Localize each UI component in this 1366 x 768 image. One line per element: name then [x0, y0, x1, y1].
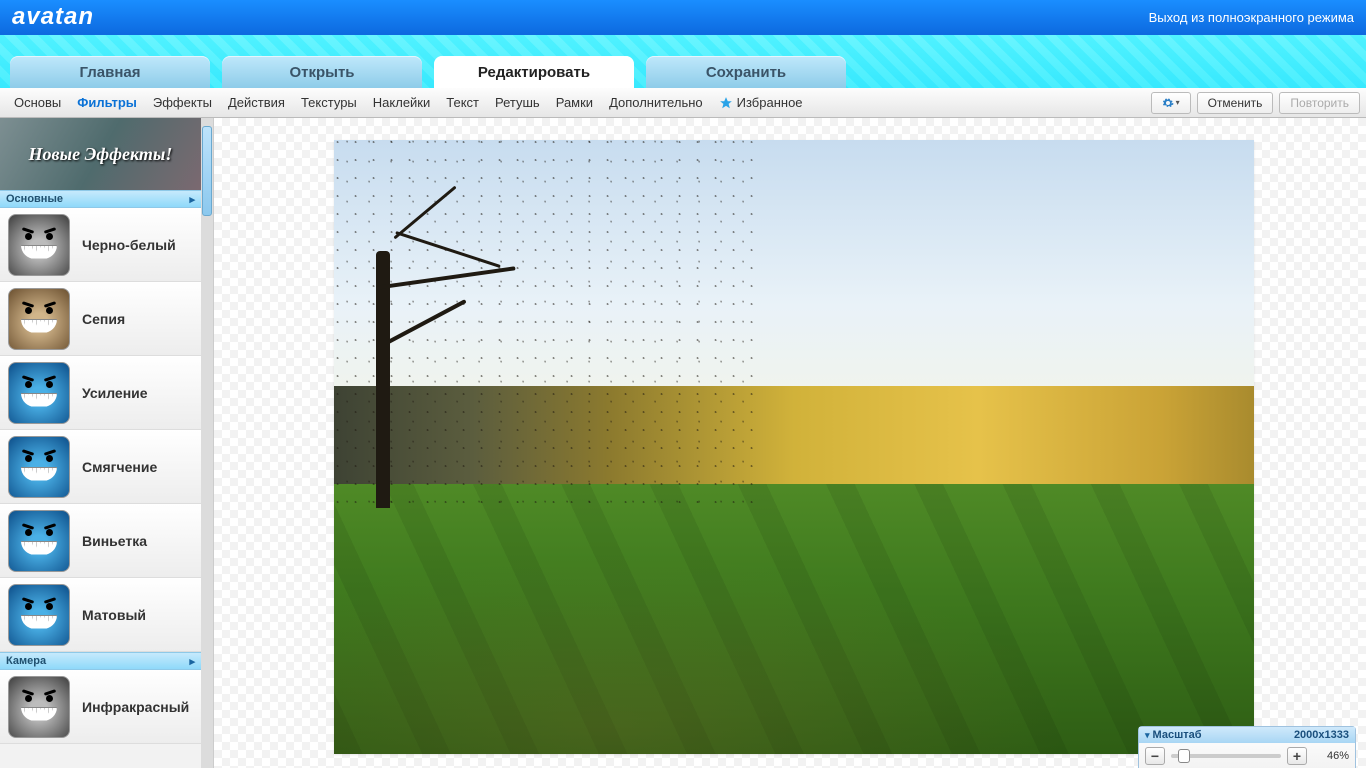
redo-button[interactable]: Повторить [1279, 92, 1360, 114]
gear-icon [1162, 97, 1174, 109]
category-label: Камера [6, 655, 46, 667]
category-header-main[interactable]: Основные ▸ [0, 190, 201, 208]
tool-frames[interactable]: Рамки [548, 88, 601, 118]
topbar: avatan Выход из полноэкранного режима [0, 0, 1366, 34]
favorites-button[interactable]: Избранное [711, 95, 811, 110]
zoom-out-button[interactable]: − [1145, 747, 1165, 765]
filter-thumb-icon [8, 584, 70, 646]
toolbar-left: Основы Фильтры Эффекты Действия Текстуры… [6, 88, 811, 118]
filter-item-boost[interactable]: Усиление [0, 356, 201, 430]
tool-basics[interactable]: Основы [6, 88, 69, 118]
sidebar-scrollbar[interactable] [201, 118, 213, 768]
zoom-in-button[interactable]: + [1287, 747, 1307, 765]
brand-logo: avatan [12, 3, 94, 31]
tool-textures[interactable]: Текстуры [293, 88, 365, 118]
category-header-camera[interactable]: Камера ▸ [0, 652, 201, 670]
undo-button[interactable]: Отменить [1197, 92, 1274, 114]
filter-thumb-icon [8, 510, 70, 572]
tool-text[interactable]: Текст [438, 88, 487, 118]
chevron-right-icon: ▸ [189, 193, 195, 206]
canvas-image[interactable] [334, 140, 1254, 754]
filter-item-vignette[interactable]: Виньетка [0, 504, 201, 578]
zoom-slider[interactable] [1171, 754, 1281, 758]
tab-save[interactable]: Сохранить [646, 56, 846, 88]
tool-actions[interactable]: Действия [220, 88, 293, 118]
promo-banner[interactable]: Новые Эффекты! [0, 118, 201, 190]
zoom-label: Масштаб [1153, 729, 1202, 741]
filter-item-soften[interactable]: Смягчение [0, 430, 201, 504]
canvas-area[interactable]: ▾ Масштаб 2000x1333 − + 46% [214, 118, 1366, 768]
workspace: Новые Эффекты! Основные ▸ Черно-белый Се… [0, 118, 1366, 768]
chevron-right-icon: ▸ [189, 655, 195, 668]
filter-label: Сепия [82, 311, 125, 327]
sidebar: Новые Эффекты! Основные ▸ Черно-белый Се… [0, 118, 214, 768]
filter-thumb-icon [8, 288, 70, 350]
chevron-down-icon: ▾ [1176, 98, 1180, 107]
tool-retouch[interactable]: Ретушь [487, 88, 548, 118]
filter-label: Матовый [82, 607, 146, 623]
filter-thumb-icon [8, 436, 70, 498]
star-icon [719, 96, 733, 110]
filter-thumb-icon [8, 214, 70, 276]
tab-home[interactable]: Главная [10, 56, 210, 88]
filter-label: Смягчение [82, 459, 157, 475]
tab-open[interactable]: Открыть [222, 56, 422, 88]
scrollbar-thumb[interactable] [202, 126, 212, 216]
toolbar: Основы Фильтры Эффекты Действия Текстуры… [0, 88, 1366, 118]
image-dimensions: 2000x1333 [1294, 729, 1349, 741]
favorites-label: Избранное [737, 95, 803, 110]
filter-label: Усиление [82, 385, 148, 401]
filter-thumb-icon [8, 676, 70, 738]
chevron-down-icon[interactable]: ▾ [1145, 730, 1150, 741]
tab-edit[interactable]: Редактировать [434, 56, 634, 88]
main-tabs-strip: Главная Открыть Редактировать Сохранить [0, 34, 1366, 88]
filter-thumb-icon [8, 362, 70, 424]
filter-item-infrared[interactable]: Инфракрасный [0, 670, 201, 744]
tool-more[interactable]: Дополнительно [601, 88, 711, 118]
filter-item-bw[interactable]: Черно-белый [0, 208, 201, 282]
tool-stickers[interactable]: Наклейки [365, 88, 438, 118]
category-label: Основные [6, 193, 63, 205]
zoom-panel: ▾ Масштаб 2000x1333 − + 46% [1138, 726, 1356, 768]
zoom-percent: 46% [1313, 750, 1349, 762]
tool-filters[interactable]: Фильтры [69, 88, 145, 118]
filter-label: Виньетка [82, 533, 147, 549]
exit-fullscreen-link[interactable]: Выход из полноэкранного режима [1149, 10, 1354, 25]
toolbar-right: ▾ Отменить Повторить [1151, 92, 1360, 114]
settings-button[interactable]: ▾ [1151, 92, 1191, 114]
filter-item-matte[interactable]: Матовый [0, 578, 201, 652]
slider-knob[interactable] [1178, 749, 1190, 763]
filter-item-sepia[interactable]: Сепия [0, 282, 201, 356]
filter-label: Черно-белый [82, 237, 176, 253]
tool-effects[interactable]: Эффекты [145, 88, 220, 118]
filter-label: Инфракрасный [82, 699, 189, 715]
